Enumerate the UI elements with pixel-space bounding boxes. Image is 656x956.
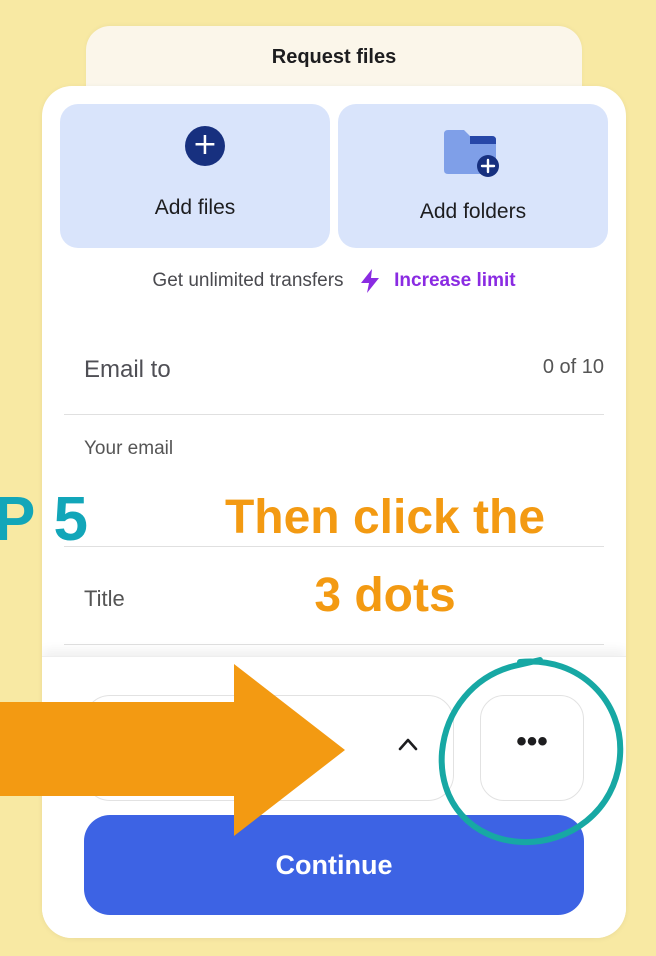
request-files-title: Request files: [271, 46, 397, 68]
callout-line-1: Then click the: [224, 491, 546, 544]
arrow-annotation: [0, 664, 345, 836]
add-folders-label: Add folders: [419, 200, 527, 223]
callout-line-2: 3 dots: [314, 569, 456, 622]
email-to-counter: 0 of 10: [542, 356, 604, 378]
lightning-bolt-icon: [360, 269, 379, 293]
add-folders-button[interactable]: Add folders: [338, 104, 608, 248]
your-email-label: Your email: [84, 438, 174, 459]
promo-row: Get unlimited transfers Increase limit: [42, 268, 626, 294]
chevron-up-icon: [398, 738, 418, 751]
add-files-label: Add files: [154, 196, 236, 219]
add-files-button[interactable]: + Add files: [60, 104, 330, 248]
email-to-field[interactable]: Email to 0 of 10: [64, 326, 604, 415]
email-to-label: Email to: [84, 356, 171, 383]
plus-circle-icon: +: [185, 126, 225, 166]
increase-limit-link[interactable]: Increase limit: [394, 270, 515, 291]
step-label: P 5: [0, 485, 89, 554]
highlight-circle-annotation: [438, 657, 624, 846]
promo-text: Get unlimited transfers: [152, 270, 344, 292]
title-label: Title: [84, 586, 125, 611]
folder-plus-icon: [444, 130, 499, 177]
